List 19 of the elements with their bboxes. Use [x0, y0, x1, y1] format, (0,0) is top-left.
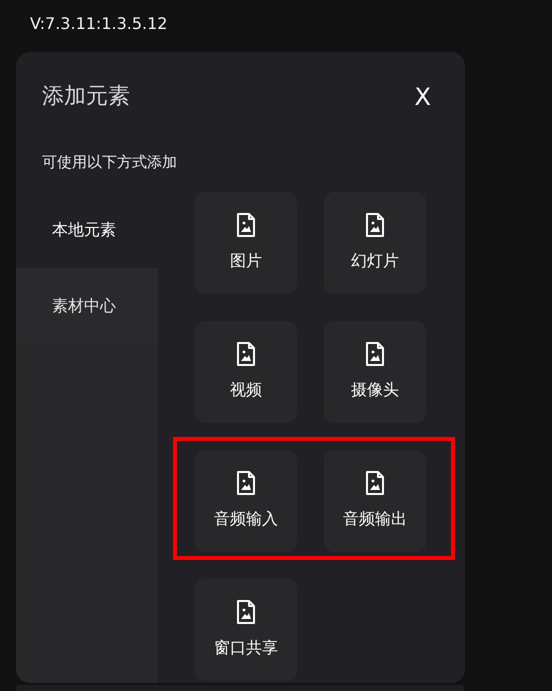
dialog-title: 添加元素: [42, 83, 130, 111]
element-tile[interactable]: 音频输出: [324, 450, 426, 552]
image-file-icon: [236, 470, 256, 494]
image-file-icon: [236, 342, 256, 366]
element-tile[interactable]: 图片: [195, 192, 297, 294]
element-tile[interactable]: 幻灯片: [324, 192, 426, 294]
version-text: V:7.3.11:1.3.5.12: [30, 13, 168, 35]
image-file-icon: [236, 212, 256, 236]
element-tile[interactable]: 摄像头: [324, 320, 426, 422]
sidebar-item[interactable]: 本地元素: [16, 192, 158, 268]
image-file-icon: [365, 470, 385, 494]
element-tile[interactable]: 音频输入: [195, 450, 297, 552]
subtitle-text: 可使用以下方式添加: [41, 152, 178, 173]
image-file-icon: [365, 342, 385, 366]
image-file-icon: [365, 212, 385, 236]
element-tile[interactable]: 窗口共享: [195, 578, 297, 680]
element-tile[interactable]: 视频: [195, 320, 297, 422]
close-button[interactable]: X: [410, 84, 435, 108]
image-file-icon: [236, 600, 256, 624]
